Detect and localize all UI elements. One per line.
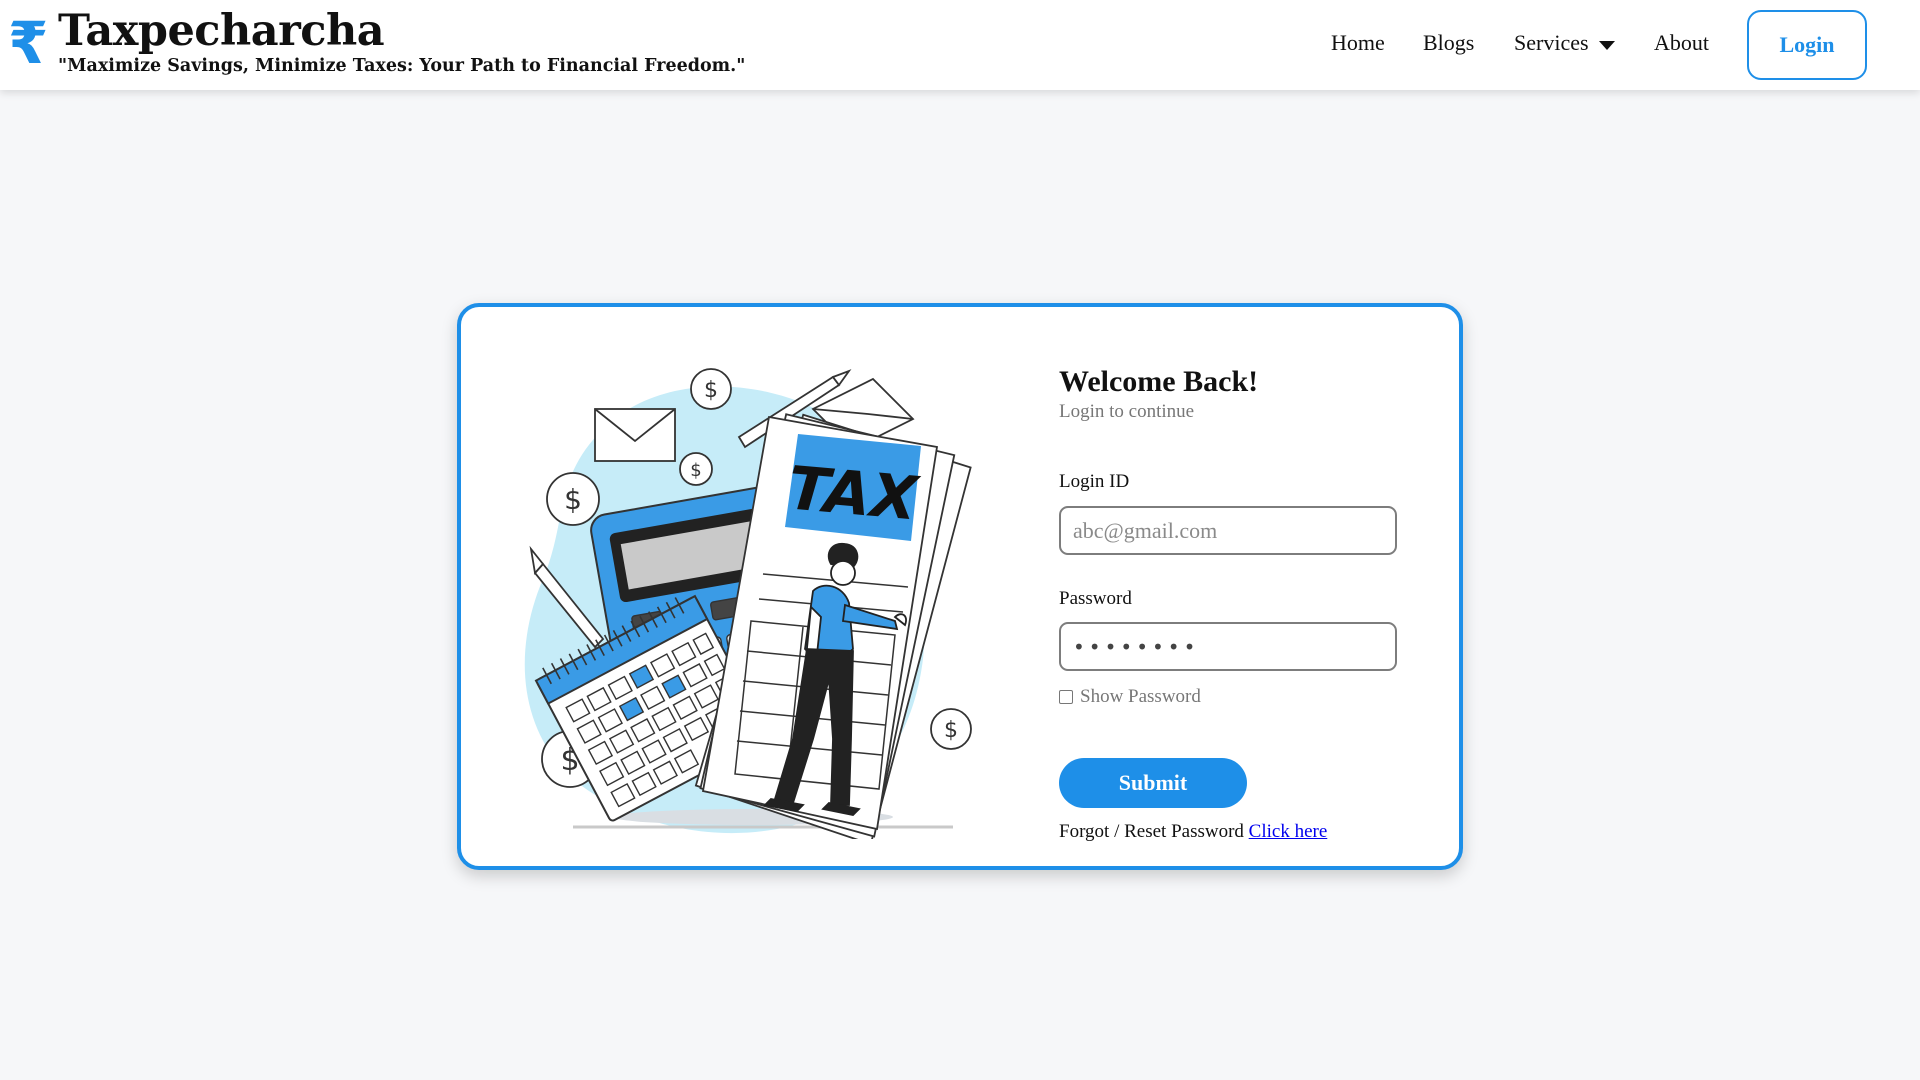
welcome-subheading: Login to continue <box>1059 401 1195 422</box>
caret-down-icon <box>1598 40 1615 50</box>
tax-label: TAX <box>785 453 922 534</box>
site-title: Taxpecharcha <box>58 6 385 56</box>
site-tagline: "Maximize Savings, Minimize Taxes: Your … <box>58 56 746 76</box>
forgot-password-link[interactable]: Click here <box>1249 821 1328 842</box>
password-input[interactable]: •••••••• <box>1059 622 1397 671</box>
login-form: Welcome Back! Login to continue Login ID… <box>1059 365 1419 842</box>
nav-about[interactable]: About <box>1654 30 1709 56</box>
password-value: •••••••• <box>1073 634 1200 659</box>
site-header: ₹ Taxpecharcha "Maximize Savings, Minimi… <box>0 0 1920 90</box>
show-password-row: Show Password <box>1059 686 1201 708</box>
welcome-heading: Welcome Back! <box>1059 365 1259 398</box>
login-button[interactable]: Login <box>1747 10 1867 80</box>
rupee-icon: ₹ <box>8 9 49 77</box>
forgot-password-row: Forgot / Reset Password Click here <box>1059 821 1327 843</box>
login-id-placeholder: abc@gmail.com <box>1073 517 1218 543</box>
svg-text:$: $ <box>564 483 582 516</box>
nav-services[interactable]: Services <box>1514 30 1615 56</box>
login-id-label: Login ID <box>1059 471 1130 492</box>
login-card: $ $ $ $ $ R M- 8 5 0 <box>457 303 1463 870</box>
password-label: Password <box>1059 588 1132 609</box>
show-password-checkbox[interactable] <box>1059 690 1073 704</box>
show-password-label[interactable]: Show Password <box>1080 686 1201 708</box>
nav-services-label: Services <box>1514 30 1589 55</box>
svg-text:$: $ <box>704 378 718 403</box>
brand[interactable]: ₹ Taxpecharcha "Maximize Savings, Minimi… <box>8 6 745 76</box>
brand-text: Taxpecharcha "Maximize Savings, Minimize… <box>58 6 745 76</box>
nav-blogs[interactable]: Blogs <box>1423 30 1474 56</box>
tax-illustration: $ $ $ $ $ R M- 8 5 0 <box>524 368 972 839</box>
svg-text:$: $ <box>944 718 958 743</box>
login-id-input[interactable]: abc@gmail.com <box>1059 506 1397 555</box>
svg-text:$: $ <box>690 460 701 481</box>
nav-home[interactable]: Home <box>1331 30 1385 56</box>
forgot-password-text: Forgot / Reset Password <box>1059 821 1244 842</box>
submit-button[interactable]: Submit <box>1059 758 1247 808</box>
